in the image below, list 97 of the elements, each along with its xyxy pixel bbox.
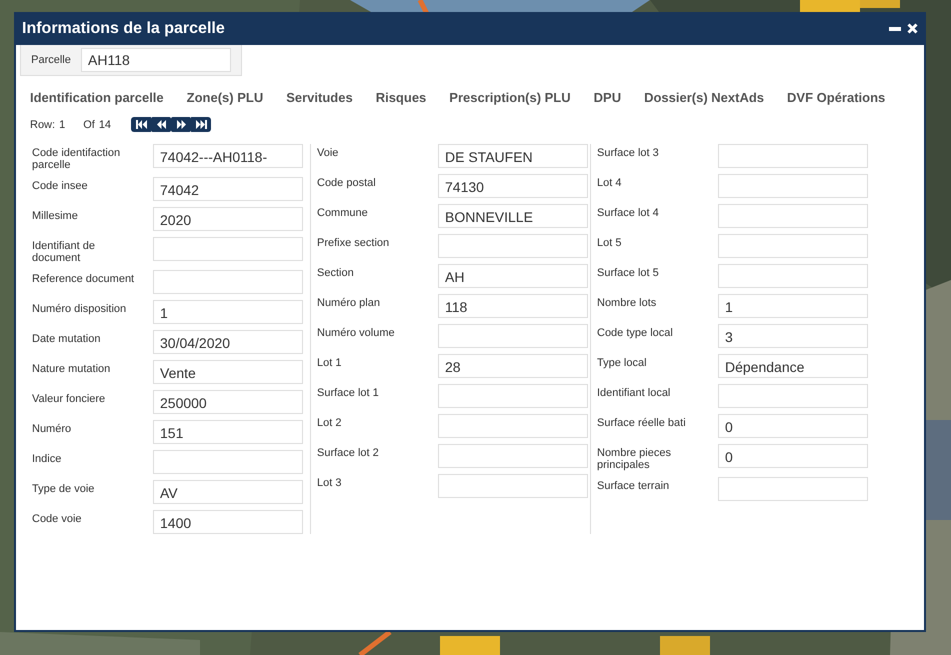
input-field[interactable] <box>718 234 868 258</box>
input-field[interactable]: 1400 <box>153 510 303 534</box>
field-label: Code voie <box>32 512 83 525</box>
input-field[interactable]: AV <box>153 480 303 504</box>
input-field[interactable]: 0 <box>718 414 868 438</box>
input-field[interactable]: 1 <box>153 300 303 324</box>
field-label: Lot 5 <box>597 236 622 249</box>
field-label: Reference document <box>32 272 136 285</box>
input-field[interactable]: Vente <box>153 360 303 384</box>
field-label: Lot 4 <box>597 176 622 189</box>
tab[interactable]: Identification parcelle <box>30 88 164 107</box>
field-label: Identifiant de document <box>32 239 96 264</box>
input-field[interactable] <box>718 477 868 501</box>
input-field[interactable] <box>438 444 588 468</box>
field-label: Code insee <box>32 179 89 192</box>
field-label: Surface lot 4 <box>597 206 660 219</box>
input-field[interactable] <box>438 414 588 438</box>
field-label: Section <box>317 266 355 279</box>
field-label: Surface lot 5 <box>597 266 660 279</box>
field-label: Code postal <box>317 176 377 189</box>
field-label: Surface réelle bati <box>597 416 687 429</box>
of-label: Of <box>83 118 95 130</box>
input-field[interactable]: 118 <box>438 294 588 318</box>
minimize-icon[interactable] <box>889 26 901 30</box>
field-label: Lot 1 <box>317 356 342 369</box>
field-label: Surface lot 2 <box>317 446 380 459</box>
field-label: Lot 3 <box>317 476 342 489</box>
input-field[interactable]: 250000 <box>153 390 303 414</box>
field-label: Lot 2 <box>317 416 342 429</box>
input-field[interactable] <box>438 234 588 258</box>
input-field[interactable]: 0 <box>718 444 868 468</box>
input-field[interactable] <box>438 324 588 348</box>
tab[interactable]: Zone(s) PLU <box>186 88 264 107</box>
field-label: Nombre pieces principales <box>597 446 672 471</box>
field-label: Numéro disposition <box>32 302 128 315</box>
field-label: Identifiant local <box>597 386 672 399</box>
input-field[interactable] <box>153 450 303 474</box>
close-icon[interactable] <box>907 23 918 34</box>
input-field[interactable]: 1 <box>718 294 868 318</box>
field-label: Numéro volume <box>317 326 396 339</box>
field-label: Millesime <box>32 209 79 222</box>
field-label: Commune <box>317 206 369 219</box>
input-field[interactable] <box>153 270 303 294</box>
rewind-icon <box>156 120 166 129</box>
field-label: Indice <box>32 452 62 465</box>
tab[interactable]: Risques <box>376 88 426 107</box>
input-field[interactable]: 28 <box>438 354 588 378</box>
last-button[interactable] <box>191 117 212 132</box>
field-label: Code identifaction parcelle <box>32 146 122 171</box>
input-field[interactable]: 151 <box>153 420 303 444</box>
first-icon <box>136 120 147 129</box>
row-label: Row: <box>30 118 56 130</box>
field-label: Nature mutation <box>32 362 112 375</box>
field-label: Code type local <box>597 326 674 339</box>
field-label: Numéro plan <box>317 296 381 309</box>
field-label: Date mutation <box>32 332 102 345</box>
row-number: 1 <box>59 118 66 130</box>
input-field[interactable] <box>438 384 588 408</box>
input-field[interactable]: DE STAUFEN <box>438 144 588 168</box>
input-field[interactable] <box>718 384 868 408</box>
input-field[interactable] <box>718 174 868 198</box>
window-title: Informations de la parcelle <box>22 20 226 38</box>
input-field[interactable]: AH <box>438 264 588 288</box>
fast-forward-icon <box>176 120 186 129</box>
field-label: Surface lot 1 <box>317 386 380 399</box>
parcel-label: Parcelle <box>30 54 72 66</box>
field-label: Type local <box>597 356 648 369</box>
tab[interactable]: Dossier(s) NextAds <box>644 88 764 107</box>
input-field[interactable]: Dépendance <box>718 354 868 378</box>
input-field[interactable]: 74042 <box>153 177 303 201</box>
input-field[interactable] <box>153 237 303 261</box>
tab[interactable]: Prescription(s) PLU <box>449 88 571 107</box>
field-label: Prefixe section <box>317 236 390 249</box>
field-label: Numéro <box>32 422 72 435</box>
tab[interactable]: DVF Opérations <box>787 88 886 107</box>
field-label: Valeur fonciere <box>32 392 106 405</box>
input-field[interactable] <box>718 144 868 168</box>
parcel-field[interactable]: AH118 <box>81 48 231 72</box>
input-field[interactable]: 30/04/2020 <box>153 330 303 354</box>
first-button[interactable] <box>131 117 152 132</box>
field-label: Surface lot 3 <box>597 146 660 159</box>
input-field[interactable]: 2020 <box>153 207 303 231</box>
field-label: Nombre lots <box>597 296 658 309</box>
input-field[interactable] <box>718 264 868 288</box>
tab[interactable]: DPU <box>594 88 622 107</box>
input-field[interactable] <box>438 474 588 498</box>
row-total: 14 <box>98 118 112 130</box>
field-label: Voie <box>317 146 340 159</box>
input-field[interactable]: BONNEVILLE <box>438 204 588 228</box>
tab[interactable]: Servitudes <box>286 88 353 107</box>
input-field[interactable]: 3 <box>718 324 868 348</box>
input-field[interactable] <box>718 204 868 228</box>
field-label: Surface terrain <box>597 479 670 492</box>
input-field[interactable]: 74042---AH0118- <box>153 144 303 168</box>
input-field[interactable]: 74130 <box>438 174 588 198</box>
field-label: Type de voie <box>32 482 96 495</box>
last-icon <box>196 120 207 129</box>
